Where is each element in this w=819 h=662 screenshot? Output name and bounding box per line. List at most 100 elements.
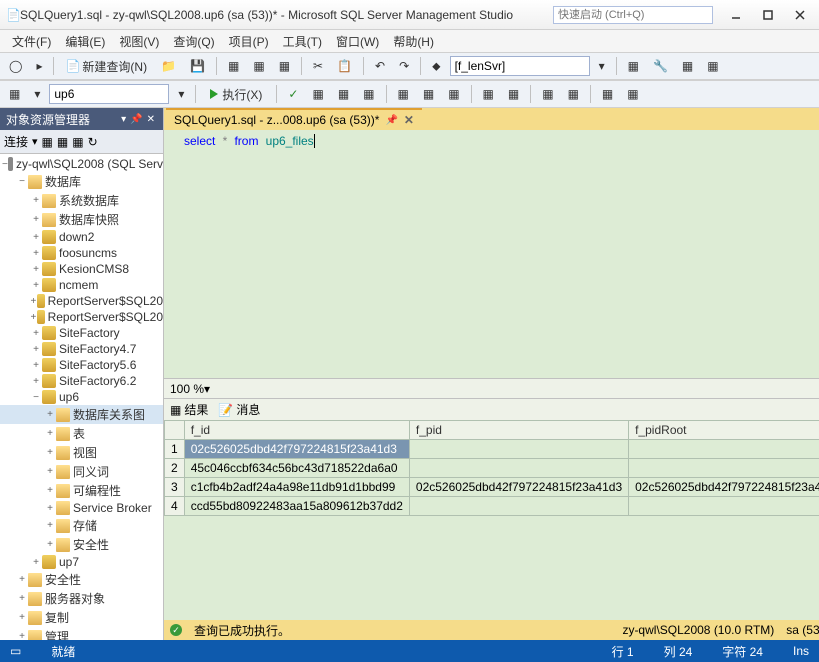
- undo-button[interactable]: ↶: [370, 56, 390, 76]
- tab-messages[interactable]: 📝 消息: [218, 401, 260, 418]
- tree-item[interactable]: +ReportServer$SQL20: [0, 293, 163, 309]
- cut-button[interactable]: ✂: [308, 56, 328, 76]
- tree-item[interactable]: +数据库快照: [0, 210, 163, 229]
- tool-icon[interactable]: ▾: [29, 84, 45, 104]
- tool-icon[interactable]: ▦: [4, 84, 25, 104]
- redo-button[interactable]: ↷: [394, 56, 414, 76]
- tree-item[interactable]: +管理: [0, 627, 163, 640]
- menu-file[interactable]: 文件(F): [6, 31, 57, 52]
- tree-item[interactable]: +ncmem: [0, 277, 163, 293]
- dropdown-icon[interactable]: ▾: [204, 382, 210, 396]
- menu-help[interactable]: 帮助(H): [387, 31, 440, 52]
- tree-item[interactable]: +down2: [0, 229, 163, 245]
- database-combo[interactable]: [49, 84, 169, 104]
- menu-tools[interactable]: 工具(T): [277, 31, 328, 52]
- tree-item[interactable]: +服务器对象: [0, 589, 163, 608]
- tool-icon[interactable]: ▦: [57, 135, 68, 149]
- tree-item[interactable]: −up6: [0, 389, 163, 405]
- tool-icon[interactable]: ▦: [677, 56, 698, 76]
- dropdown-icon[interactable]: ▾: [594, 56, 610, 76]
- tree-item[interactable]: +表: [0, 424, 163, 443]
- column-header[interactable]: f_pidRoot: [629, 421, 819, 440]
- tool-icon[interactable]: ▦: [563, 84, 584, 104]
- tool-icon[interactable]: ▦: [274, 56, 295, 76]
- tool-icon[interactable]: 🔧: [648, 56, 673, 76]
- new-query-button[interactable]: 📄 新建查询(N): [60, 55, 152, 78]
- tool-icon[interactable]: ▦: [622, 84, 643, 104]
- object-tree[interactable]: −zy-qwl\SQL2008 (SQL Serv −数据库+系统数据库+数据库…: [0, 154, 163, 640]
- minimize-button[interactable]: [723, 6, 749, 24]
- tool-icon[interactable]: ▦: [418, 84, 439, 104]
- tree-item[interactable]: +同义词: [0, 462, 163, 481]
- tab-results[interactable]: ▦ 结果: [170, 401, 208, 418]
- execute-button[interactable]: 执行(X): [202, 84, 270, 105]
- sql-editor[interactable]: select * from up6_files: [164, 130, 819, 378]
- column-header[interactable]: f_pid: [409, 421, 628, 440]
- dropdown-icon[interactable]: ▾: [121, 114, 126, 125]
- tree-item[interactable]: +ReportServer$SQL20: [0, 309, 163, 325]
- menu-project[interactable]: 项目(P): [223, 31, 275, 52]
- copy-button[interactable]: 📋: [332, 56, 357, 76]
- menu-window[interactable]: 窗口(W): [330, 31, 385, 52]
- tree-server-node[interactable]: −zy-qwl\SQL2008 (SQL Serv: [0, 156, 163, 172]
- tree-item[interactable]: +SiteFactory6.2: [0, 373, 163, 389]
- tool-icon[interactable]: ▦: [42, 135, 53, 149]
- save-button[interactable]: 💾: [185, 56, 210, 76]
- tree-item[interactable]: +存储: [0, 516, 163, 535]
- results-grid[interactable]: f_idf_pidf_pidRootf_fdTaskf_fdCh102c5260…: [164, 420, 819, 620]
- pin-icon[interactable]: 📌: [130, 114, 142, 125]
- tool-icon[interactable]: ▦: [358, 84, 379, 104]
- tree-item[interactable]: +SiteFactory: [0, 325, 163, 341]
- tool-icon[interactable]: ▦: [597, 84, 618, 104]
- tree-item[interactable]: +安全性: [0, 570, 163, 589]
- tree-item[interactable]: +复制: [0, 608, 163, 627]
- column-header[interactable]: f_id: [184, 421, 409, 440]
- tree-item[interactable]: +系统数据库: [0, 191, 163, 210]
- forward-button[interactable]: ▸: [31, 56, 47, 76]
- quick-launch-input[interactable]: [553, 6, 713, 24]
- tool-icon[interactable]: ▦: [307, 84, 328, 104]
- tool-icon[interactable]: ▦: [537, 84, 558, 104]
- tree-item[interactable]: +up7: [0, 554, 163, 570]
- table-row[interactable]: 3c1cfb4b2adf24a4a98e11db91d1bbd9902c5260…: [165, 478, 819, 497]
- tool-icon[interactable]: ▦: [623, 56, 644, 76]
- table-row[interactable]: 245c046ccbf634c56bc43d718522da6a010: [165, 459, 819, 478]
- tree-item[interactable]: +SiteFactory5.6: [0, 357, 163, 373]
- close-button[interactable]: [787, 6, 813, 24]
- tool-icon[interactable]: ↻: [88, 135, 98, 149]
- connect-label[interactable]: 连接: [4, 133, 28, 150]
- open-button[interactable]: 📁: [156, 56, 181, 76]
- close-icon[interactable]: ✕: [147, 114, 155, 125]
- tree-item[interactable]: +foosuncms: [0, 245, 163, 261]
- tool-icon[interactable]: ▦: [443, 84, 464, 104]
- table-row[interactable]: 4ccd55bd80922483aa15a809612b37dd210: [165, 497, 819, 516]
- tree-item[interactable]: +可编程性: [0, 481, 163, 500]
- check-button[interactable]: ✓: [283, 84, 303, 104]
- menu-view[interactable]: 视图(V): [113, 31, 165, 52]
- tree-item[interactable]: −数据库: [0, 172, 163, 191]
- table-row[interactable]: 102c526025dbd42f797224815f23a41d310: [165, 440, 819, 459]
- menu-query[interactable]: 查询(Q): [167, 31, 220, 52]
- tree-item[interactable]: +SiteFactory4.7: [0, 341, 163, 357]
- field-combo[interactable]: [450, 56, 590, 76]
- tool-icon[interactable]: ▦: [333, 84, 354, 104]
- zoom-level[interactable]: 100 %: [170, 382, 204, 396]
- pin-icon[interactable]: 📌: [385, 115, 397, 126]
- tool-icon[interactable]: ▦: [248, 56, 269, 76]
- tool-icon[interactable]: ▦: [503, 84, 524, 104]
- tool-icon[interactable]: ▦: [478, 84, 499, 104]
- tree-item[interactable]: +安全性: [0, 535, 163, 554]
- tree-item[interactable]: +数据库关系图: [0, 405, 163, 424]
- tool-icon[interactable]: ▦: [223, 56, 244, 76]
- tree-item[interactable]: +KesionCMS8: [0, 261, 163, 277]
- tool-icon[interactable]: ▦: [72, 135, 83, 149]
- editor-tab[interactable]: SQLQuery1.sql - z...008.up6 (sa (53))* 📌…: [166, 108, 422, 130]
- tool-icon[interactable]: ▦: [702, 56, 723, 76]
- menu-edit[interactable]: 编辑(E): [59, 31, 111, 52]
- tool-icon[interactable]: ⬥: [427, 56, 445, 77]
- tree-item[interactable]: +视图: [0, 443, 163, 462]
- maximize-button[interactable]: [755, 6, 781, 24]
- tool-icon[interactable]: ▦: [393, 84, 414, 104]
- close-icon[interactable]: ✕: [404, 113, 414, 127]
- back-button[interactable]: ◯: [4, 56, 27, 76]
